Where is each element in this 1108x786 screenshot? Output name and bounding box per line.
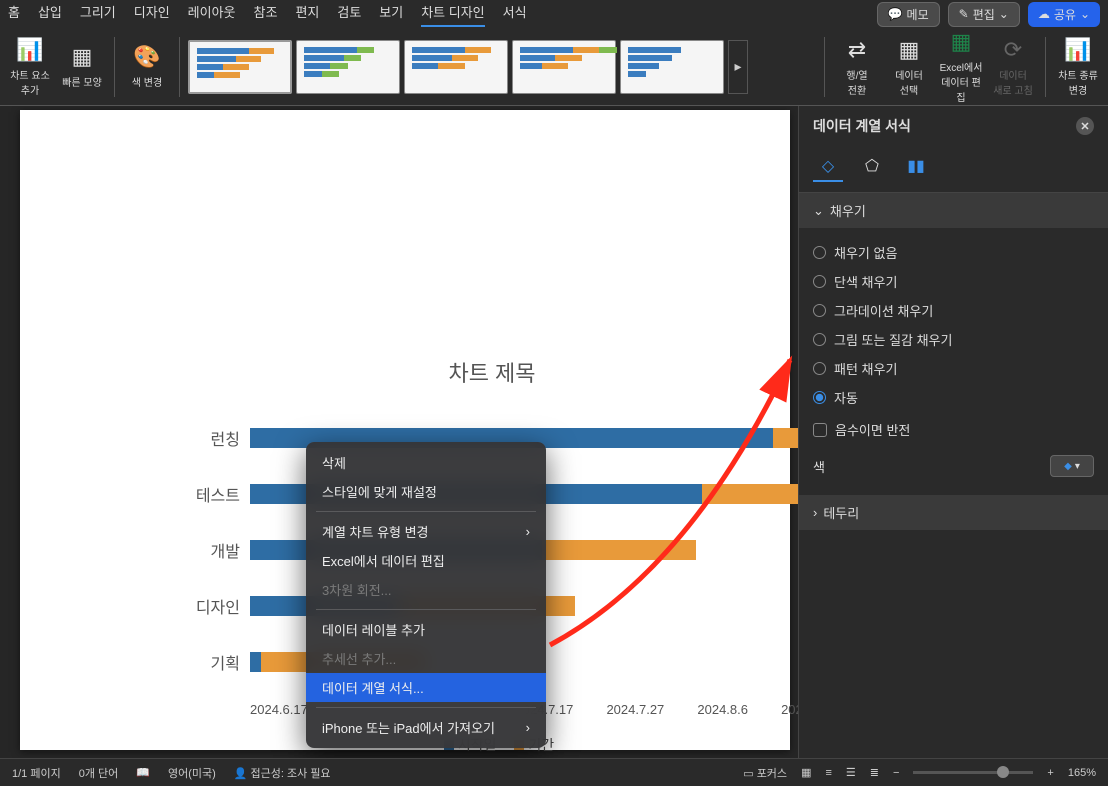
chart-style-4[interactable]: [512, 40, 616, 94]
language-indicator[interactable]: 영어(미국): [168, 765, 216, 781]
fill-pattern-radio[interactable]: 패턴 채우기: [813, 354, 1094, 383]
series-options-tab[interactable]: ▮▮: [901, 152, 931, 182]
refresh-icon: ⟳: [1004, 37, 1022, 63]
tab-format[interactable]: 서식: [503, 2, 527, 27]
chart-style-3[interactable]: [404, 40, 508, 94]
edit-button[interactable]: ✎ 편집 ⌄: [948, 2, 1020, 27]
cm-import-ios[interactable]: iPhone 또는 iPad에서 가져오기›: [306, 713, 546, 742]
format-pane-tabs: ◇ ⬠ ▮▮: [799, 146, 1108, 193]
effects-tab[interactable]: ⬠: [857, 152, 887, 182]
border-section-header[interactable]: ›테두리: [799, 495, 1108, 530]
tab-references[interactable]: 참조: [254, 2, 278, 27]
cm-delete[interactable]: 삭제: [306, 448, 546, 477]
chart-style-5[interactable]: [620, 40, 724, 94]
focus-mode-button[interactable]: ▭ 포커스: [743, 765, 787, 781]
palette-icon: 🎨: [133, 44, 160, 70]
color-label: 색: [813, 457, 825, 476]
cm-3d-rotation: 3차원 회전...: [306, 575, 546, 604]
chart-styles-gallery: ▸: [188, 40, 816, 94]
switch-row-col-button[interactable]: ⇄행/열 전환: [833, 32, 881, 102]
header-actions: 💬 메모 ✎ 편집 ⌄ ☁ 공유 ⌄: [877, 2, 1100, 27]
cm-format-data-series[interactable]: 데이터 계열 서식...: [306, 673, 546, 702]
tab-home[interactable]: 홈: [8, 2, 20, 27]
workspace: 차트 제목 런칭 테스트 개발 디자인 기획: [0, 106, 1108, 758]
color-picker-button[interactable]: ◆ ▾: [1050, 455, 1094, 477]
fill-line-tab[interactable]: ◇: [813, 152, 843, 182]
excel-icon: ▦: [951, 29, 972, 55]
share-button[interactable]: ☁ 공유 ⌄: [1028, 2, 1100, 27]
tab-review[interactable]: 검토: [337, 2, 361, 27]
quick-layout-button[interactable]: ▦빠른 모양: [58, 32, 106, 102]
fill-auto-radio[interactable]: 자동: [813, 383, 1094, 412]
spellcheck-icon[interactable]: 📖: [136, 766, 150, 779]
fill-section-header[interactable]: ⌄채우기: [799, 193, 1108, 228]
tab-chart-design[interactable]: 차트 디자인: [421, 2, 484, 27]
chart-style-2[interactable]: [296, 40, 400, 94]
layout-icon: ▦: [72, 44, 93, 70]
view-outline[interactable]: ☰: [846, 766, 856, 779]
cm-reset-style[interactable]: 스타일에 맞게 재설정: [306, 477, 546, 506]
cm-edit-excel[interactable]: Excel에서 데이터 편집: [306, 546, 546, 575]
chart-type-icon: 📊: [1064, 37, 1091, 63]
tab-layout[interactable]: 레이아웃: [188, 2, 236, 27]
chevron-right-icon: ›: [813, 505, 817, 520]
fill-gradient-radio[interactable]: 그라데이션 채우기: [813, 296, 1094, 325]
paint-bucket-icon: ◇: [822, 156, 834, 176]
zoom-out-button[interactable]: −: [893, 767, 899, 779]
chevron-right-icon: ›: [526, 524, 530, 539]
memo-button[interactable]: 💬 메모: [877, 2, 940, 27]
change-chart-type-button[interactable]: 📊차트 종류 변경: [1054, 32, 1102, 102]
fill-picture-radio[interactable]: 그림 또는 질감 채우기: [813, 325, 1094, 354]
menu-bar: 홈 삽입 그리기 디자인 레이아웃 참조 편지 검토 보기 차트 디자인 서식 …: [0, 0, 1108, 28]
word-count[interactable]: 0개 단어: [79, 765, 119, 781]
edit-data-excel-button[interactable]: ▦Excel에서 데이터 편집: [937, 32, 985, 102]
fill-none-radio[interactable]: 채우기 없음: [813, 238, 1094, 267]
paint-bucket-icon: ◆: [1064, 461, 1072, 472]
cm-add-trendline: 추세선 추가...: [306, 644, 546, 673]
cm-change-series-type[interactable]: 계열 차트 유형 변경›: [306, 517, 546, 546]
pentagon-icon: ⬠: [865, 156, 879, 176]
change-color-button[interactable]: 🎨색 변경: [123, 32, 171, 102]
invert-negative-checkbox[interactable]: 음수이면 반전: [813, 412, 1094, 447]
tab-view[interactable]: 보기: [379, 2, 403, 27]
chart-element-icon: 📊: [16, 37, 43, 63]
page-indicator[interactable]: 1/1 페이지: [12, 765, 61, 781]
style-gallery-more[interactable]: ▸: [728, 40, 748, 94]
zoom-level[interactable]: 165%: [1068, 767, 1096, 779]
status-bar: 1/1 페이지 0개 단어 📖 영어(미국) 👤 접근성: 조사 필요 ▭ 포커…: [0, 758, 1108, 786]
tab-design[interactable]: 디자인: [134, 2, 170, 27]
select-data-button[interactable]: ▦데이터 선택: [885, 32, 933, 102]
fill-solid-radio[interactable]: 단색 채우기: [813, 267, 1094, 296]
document-area[interactable]: 차트 제목 런칭 테스트 개발 디자인 기획: [0, 106, 798, 758]
ribbon: 📊차트 요소 추가 ▦빠른 모양 🎨색 변경 ▸ ⇄행/열 전환 ▦데이터 선택…: [0, 28, 1108, 106]
switch-icon: ⇄: [848, 37, 866, 63]
close-pane-button[interactable]: ✕: [1076, 117, 1094, 135]
refresh-data-button: ⟳데이터 새로 고침: [989, 32, 1037, 102]
chart-title[interactable]: 차트 제목: [174, 328, 798, 410]
grid-icon: ▦: [899, 37, 920, 63]
bars-icon: ▮▮: [907, 156, 925, 176]
cm-add-data-labels[interactable]: 데이터 레이블 추가: [306, 615, 546, 644]
zoom-slider[interactable]: [913, 771, 1033, 774]
zoom-in-button[interactable]: +: [1047, 767, 1053, 779]
view-print-layout[interactable]: ▦: [801, 766, 811, 779]
add-chart-element-button[interactable]: 📊차트 요소 추가: [6, 32, 54, 102]
tab-draw[interactable]: 그리기: [80, 2, 116, 27]
chevron-down-icon: ⌄: [813, 203, 824, 219]
format-pane: 데이터 계열 서식 ✕ ◇ ⬠ ▮▮ ⌄채우기 채우기 없음 단색 채우기 그라…: [798, 106, 1108, 758]
context-menu: 삭제 스타일에 맞게 재설정 계열 차트 유형 변경› Excel에서 데이터 …: [306, 442, 546, 748]
tab-mailings[interactable]: 편지: [295, 2, 319, 27]
y-axis-labels: 런칭 테스트 개발 디자인 기획: [184, 410, 250, 690]
chart-style-1[interactable]: [188, 40, 292, 94]
view-web-layout[interactable]: ≡: [825, 767, 831, 779]
chevron-right-icon: ›: [526, 720, 530, 735]
tabs: 홈 삽입 그리기 디자인 레이아웃 참조 편지 검토 보기 차트 디자인 서식: [8, 2, 527, 27]
format-pane-title: 데이터 계열 서식: [813, 116, 911, 136]
accessibility-indicator[interactable]: 👤 접근성: 조사 필요: [234, 765, 331, 781]
tab-insert[interactable]: 삽입: [38, 2, 62, 27]
fill-options: 채우기 없음 단색 채우기 그라데이션 채우기 그림 또는 질감 채우기 패턴 …: [799, 228, 1108, 495]
view-draft[interactable]: ≣: [870, 766, 879, 779]
